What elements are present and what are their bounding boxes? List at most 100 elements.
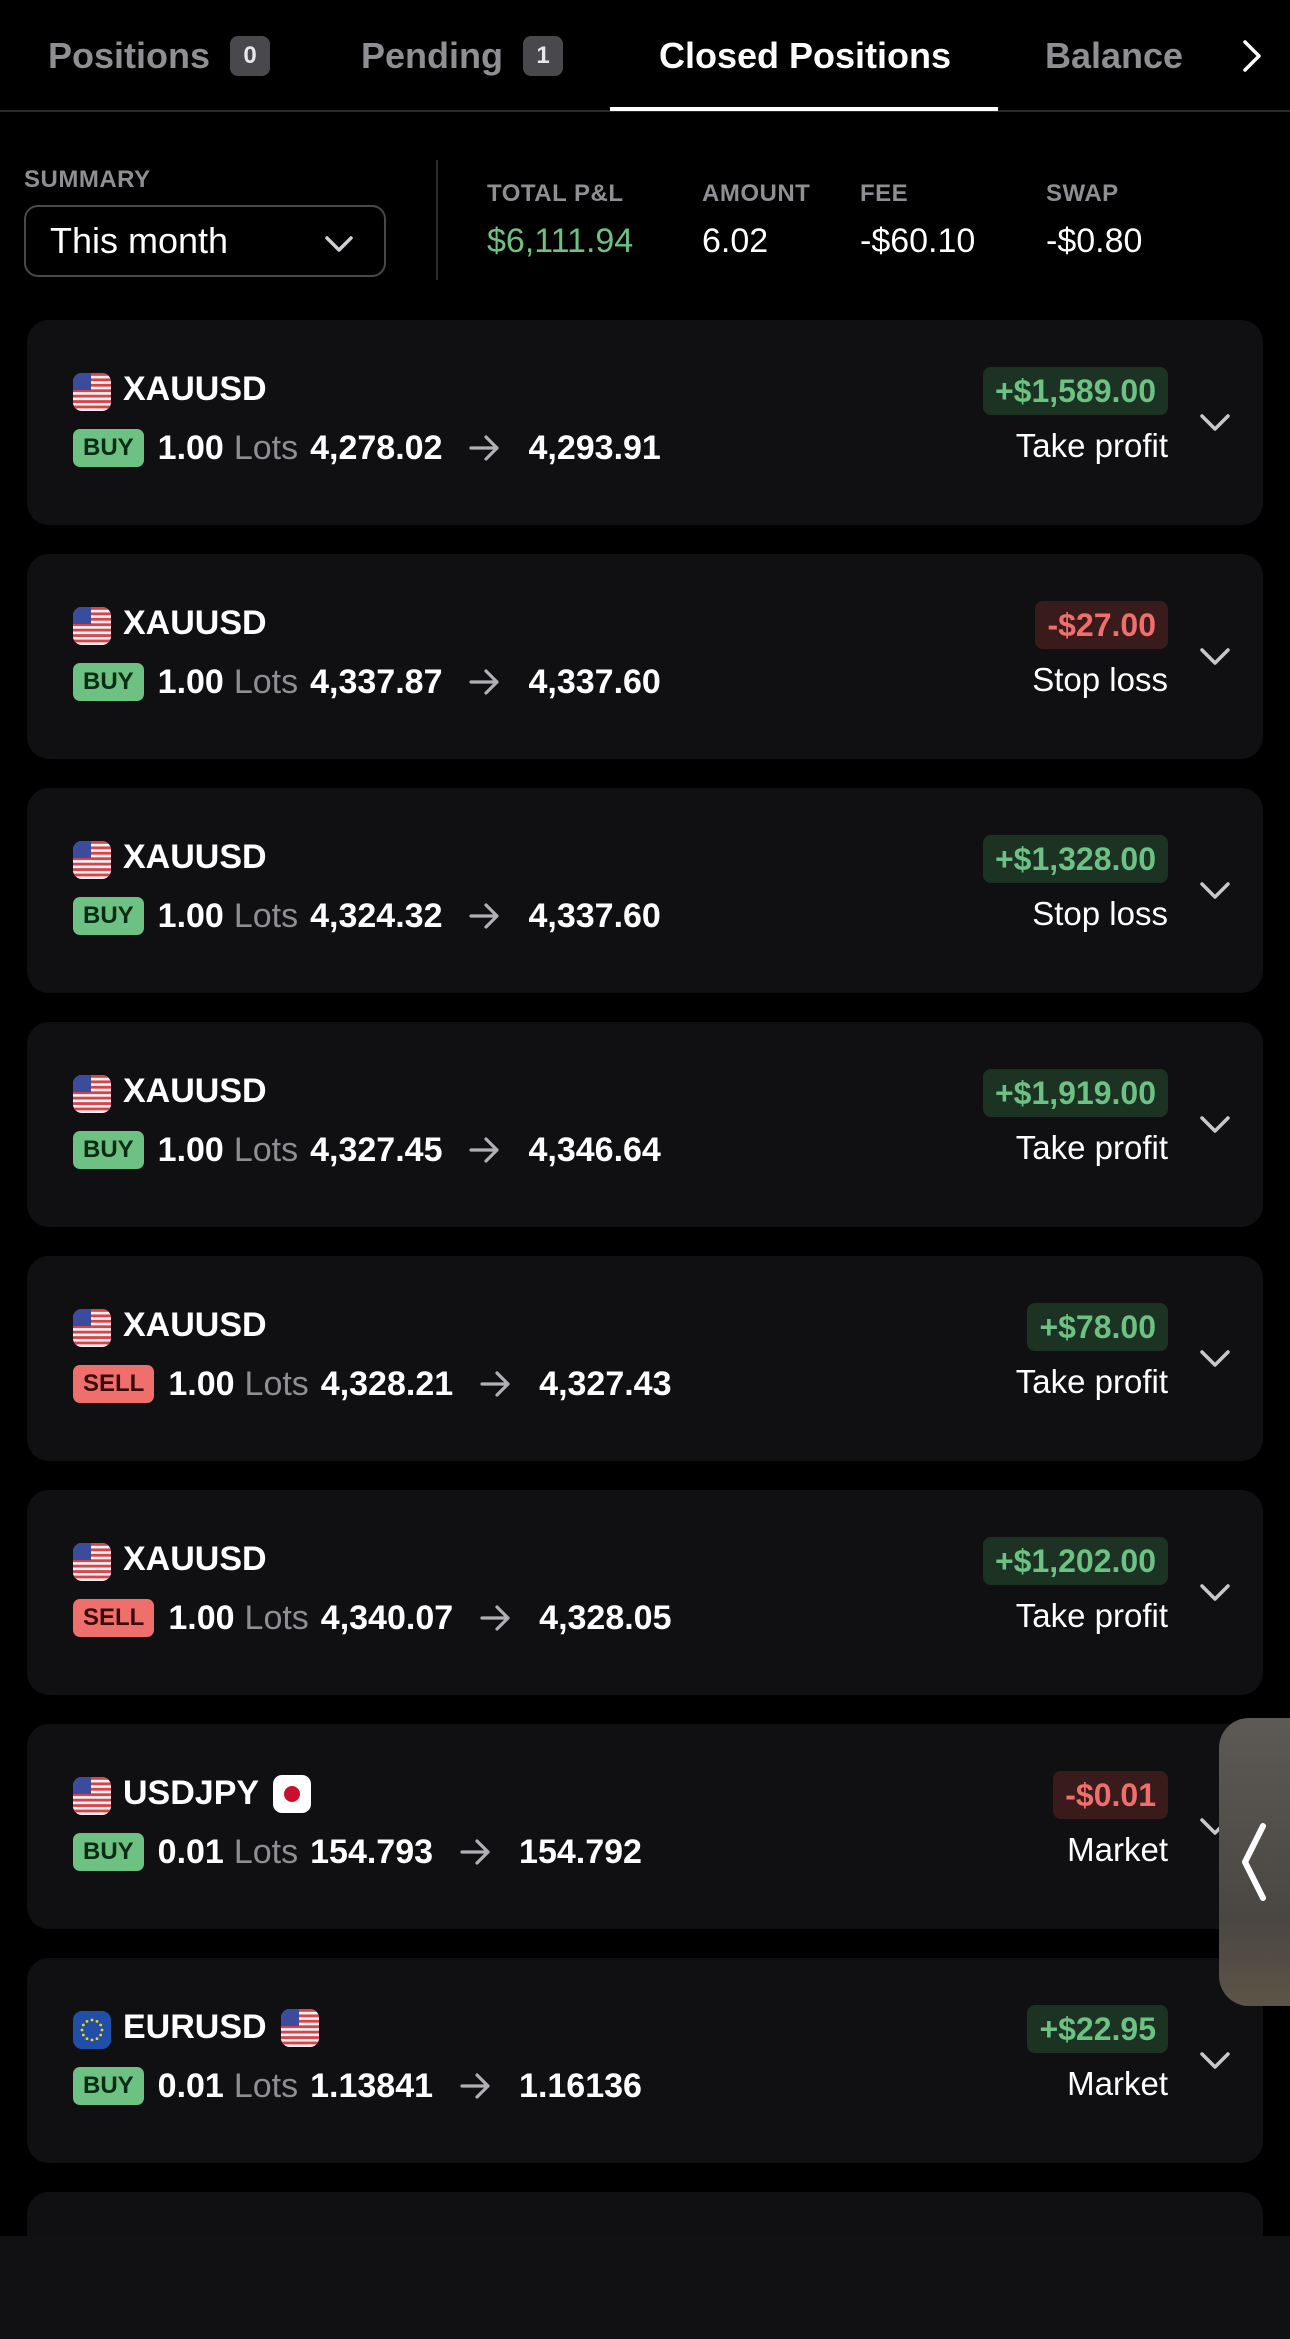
pnl-badge: -$0.01 — [1053, 1771, 1168, 1819]
position-card[interactable]: XAUUSD SELL 1.00 Lots 4,328.21 4,327.43 +$78.0… — [27, 1256, 1263, 1461]
trade-details: SELL 1.00 Lots 4,328.21 4,327.43 — [73, 1364, 672, 1404]
us-flag-icon — [73, 607, 111, 645]
tab-pending[interactable]: Pending 1 — [361, 0, 563, 112]
stat-value: 6.02 — [702, 222, 769, 260]
symbol-label: EURUSD — [123, 2008, 267, 2046]
chevron-right-icon[interactable] — [1232, 36, 1272, 76]
pnl-badge: +$22.95 — [1027, 2005, 1168, 2053]
stat-value: -$60.10 — [860, 222, 976, 260]
trade-details: BUY 1.00 Lots 4,337.87 4,337.60 — [73, 662, 661, 702]
period-select[interactable]: This month — [24, 205, 386, 277]
open-price: 4,337.87 — [310, 662, 443, 701]
eu-flag-icon — [73, 2011, 111, 2049]
arrow-right-icon — [459, 1837, 493, 1867]
pnl-badge: -$27.00 — [1035, 601, 1168, 649]
close-reason: Take profit — [1015, 1597, 1168, 1634]
summary-label: SUMMARY — [24, 166, 151, 193]
symbol: XAUUSD — [123, 604, 267, 643]
lots-label: Lots — [233, 662, 299, 701]
trade-details: SELL 1.00 Lots 4,340.07 4,328.05 — [73, 1598, 672, 1638]
arrow-right-icon — [468, 901, 502, 931]
lots-label: Lots — [233, 2066, 299, 2105]
symbol-label: USDJPY — [123, 1774, 260, 1812]
chevron-down-icon[interactable] — [1197, 408, 1233, 438]
position-card[interactable]: EURUSD BUY 0.01 Lots 1.13841 1.16136 +$22.95 Ma… — [27, 1958, 1263, 2163]
us-flag-icon — [73, 1777, 111, 1815]
position-card[interactable]: USDJPY BUY 0.01 Lots 154.793 154.792 -$0.01 Mar… — [27, 1724, 1263, 1929]
lots-label: Lots — [244, 1364, 309, 1403]
lots-label: Lots — [233, 896, 299, 935]
symbol: XAUUSD — [123, 838, 267, 877]
position-card[interactable]: XAUUSD SELL 1.00 Lots 4,340.07 4,328.05 +$1,20… — [27, 1490, 1263, 1695]
close-price: 1.16136 — [519, 2066, 642, 2105]
chevron-down-icon — [325, 236, 353, 252]
symbol-label: XAUUSD — [123, 604, 267, 642]
side-badge: BUY — [73, 663, 144, 701]
arrow-right-icon — [468, 433, 502, 463]
us-flag-icon — [73, 1075, 111, 1113]
stat-amount: AMOUNT 6.02 — [702, 180, 810, 261]
open-price: 4,327.45 — [310, 1130, 443, 1169]
us-flag-icon — [73, 1309, 111, 1347]
close-price: 4,337.60 — [528, 662, 661, 701]
symbol: XAUUSD — [123, 1072, 267, 1111]
volume: 0.01 — [157, 1832, 224, 1871]
tab-label: Positions — [48, 35, 211, 76]
pnl-badge: +$1,919.00 — [982, 1069, 1168, 1117]
active-tab-indicator — [610, 107, 998, 111]
symbol: USDJPY — [123, 1774, 312, 1813]
chevron-down-icon[interactable] — [1197, 1578, 1233, 1608]
tab-label: Pending — [361, 35, 503, 76]
close-price: 4,337.60 — [528, 896, 661, 935]
position-card[interactable]: XAUUSD BUY 1.00 Lots 4,327.45 4,346.64 +$1,919… — [27, 1022, 1263, 1227]
lots-label: Lots — [233, 1832, 299, 1871]
close-reason: Stop loss — [1032, 895, 1168, 932]
close-reason: Take profit — [1015, 1129, 1168, 1166]
chevron-down-icon[interactable] — [1197, 876, 1233, 906]
bottom-bar — [0, 2236, 1290, 2339]
arrow-right-icon — [479, 1369, 513, 1399]
pnl-badge: +$1,328.00 — [982, 835, 1168, 883]
stat-swap: SWAP -$0.80 — [1046, 180, 1142, 261]
chevron-down-icon[interactable] — [1197, 2046, 1233, 2076]
trade-details: BUY 0.01 Lots 154.793 154.792 — [73, 1832, 642, 1872]
stat-fee: FEE -$60.10 — [860, 180, 975, 261]
side-badge: BUY — [73, 429, 144, 467]
tab-closed-positions[interactable]: Closed Positions — [659, 0, 951, 112]
arrow-right-icon — [468, 1135, 502, 1165]
period-value: This month — [50, 220, 229, 261]
stat-value: $6,111.94 — [487, 222, 634, 260]
side-badge: BUY — [73, 2067, 144, 2105]
close-price: 4,346.64 — [528, 1130, 661, 1169]
side-badge: SELL — [73, 1599, 155, 1637]
arrow-right-icon — [468, 667, 502, 697]
tab-balance[interactable]: Balance — [1045, 0, 1183, 112]
position-card[interactable]: XAUUSD BUY 1.00 Lots 4,324.32 4,337.60 +$1,328… — [27, 788, 1263, 993]
volume: 1.00 — [168, 1364, 235, 1403]
symbol: XAUUSD — [123, 1540, 267, 1579]
close-price: 4,328.05 — [539, 1598, 672, 1637]
chevron-down-icon[interactable] — [1197, 642, 1233, 672]
stat-label: TOTAL P&L — [487, 180, 624, 207]
close-reason: Take profit — [1015, 427, 1168, 464]
position-card[interactable]: XAUUSD BUY 1.00 Lots 4,278.02 4,293.91 +$1,589… — [27, 320, 1263, 525]
tab-count-badge: 1 — [523, 36, 563, 76]
symbol-label: XAUUSD — [123, 370, 267, 408]
trade-details: BUY 0.01 Lots 1.13841 1.16136 — [73, 2066, 642, 2106]
close-reason: Stop loss — [1032, 661, 1168, 698]
open-price: 4,328.21 — [320, 1364, 454, 1403]
close-price: 4,327.43 — [539, 1364, 672, 1403]
volume: 1.00 — [168, 1598, 235, 1637]
chevron-down-icon[interactable] — [1197, 1110, 1233, 1140]
symbol: XAUUSD — [123, 370, 267, 409]
close-price: 4,293.91 — [528, 428, 661, 467]
tab-positions[interactable]: Positions 0 — [48, 0, 271, 112]
volume: 1.00 — [157, 428, 224, 467]
position-card[interactable]: XAUUSD BUY 1.00 Lots 4,337.87 4,337.60 -$27.00… — [27, 554, 1263, 759]
trade-details: BUY 1.00 Lots 4,324.32 4,337.60 — [73, 896, 661, 936]
arrow-right-icon — [479, 1603, 513, 1633]
side-panel-handle[interactable] — [1219, 1718, 1290, 2006]
chevron-down-icon[interactable] — [1197, 1344, 1233, 1374]
us-flag-icon — [280, 2008, 319, 2047]
trade-details: BUY 1.00 Lots 4,278.02 4,293.91 — [73, 428, 661, 468]
